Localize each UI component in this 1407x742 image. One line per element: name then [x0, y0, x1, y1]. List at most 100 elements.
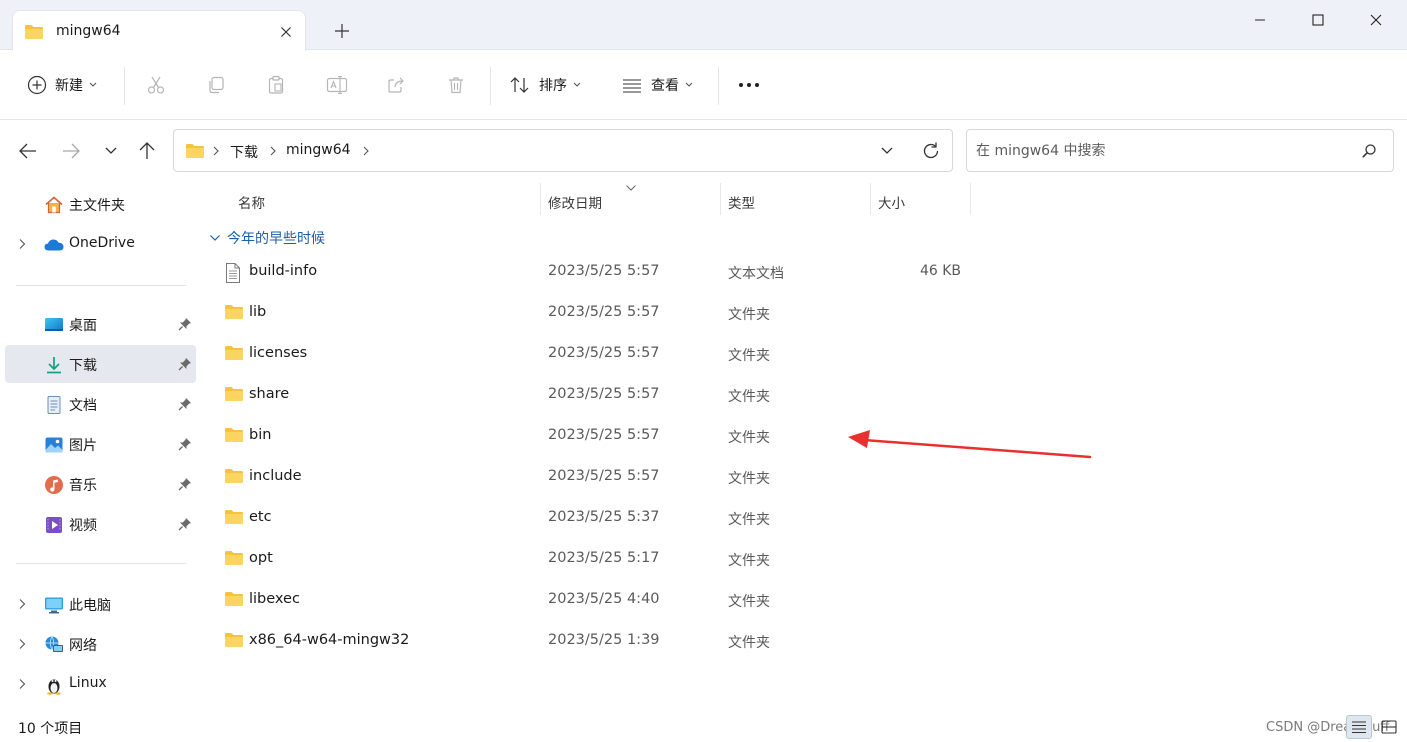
sidebar-item-label: 音乐	[69, 478, 97, 494]
pin-icon[interactable]	[178, 517, 192, 531]
file-row[interactable]: licenses 2023/5/25 5:57 文件夹	[205, 334, 975, 375]
copy-button[interactable]	[206, 68, 226, 102]
file-row[interactable]: lib 2023/5/25 5:57 文件夹	[205, 293, 975, 334]
arrow-left-icon	[18, 142, 38, 160]
chevron-right-icon[interactable]	[362, 146, 370, 156]
this-pc-icon	[44, 595, 64, 615]
column-header-size[interactable]: 大小	[871, 183, 970, 217]
chevron-right-icon[interactable]	[18, 638, 26, 650]
group-header[interactable]: 今年的早些时候	[209, 228, 325, 248]
file-name: opt	[249, 550, 273, 566]
breadcrumb-downloads[interactable]: 下载	[230, 142, 258, 162]
sidebar-item-this-pc[interactable]: 此电脑	[5, 585, 196, 623]
sidebar-item-home[interactable]: 主文件夹	[5, 185, 196, 223]
arrow-up-icon	[138, 141, 156, 161]
file-row[interactable]: x86_64-w64-mingw32 2023/5/25 1:39 文件夹	[205, 621, 975, 662]
cut-button[interactable]	[146, 68, 166, 102]
sidebar-item-linux[interactable]: Linux	[5, 665, 196, 703]
refresh-icon[interactable]	[921, 141, 941, 161]
address-bar[interactable]: 下载 mingw64	[173, 129, 953, 172]
folder-icon	[224, 550, 244, 566]
sidebar-item-network[interactable]: 网络	[5, 625, 196, 663]
pin-icon[interactable]	[178, 357, 192, 371]
chevron-down-icon	[685, 82, 693, 88]
file-row[interactable]: share 2023/5/25 5:57 文件夹	[205, 375, 975, 416]
view-button[interactable]: 查看	[621, 68, 693, 102]
delete-button[interactable]	[446, 68, 466, 102]
column-header-name[interactable]: 名称	[205, 183, 540, 217]
tab-mingw64[interactable]: mingw64	[12, 10, 306, 51]
tiles-view-button[interactable]	[1376, 715, 1402, 739]
close-tab-icon[interactable]	[278, 24, 294, 40]
paste-button[interactable]	[266, 68, 286, 102]
pin-icon[interactable]	[178, 437, 192, 451]
chevron-right-icon[interactable]	[269, 146, 277, 156]
more-options-button[interactable]	[738, 68, 762, 102]
sidebar-item-downloads[interactable]: 下载	[5, 345, 196, 383]
sidebar-item-label: Linux	[69, 675, 107, 691]
network-icon	[44, 635, 64, 655]
address-history-dropdown-icon[interactable]	[880, 146, 894, 156]
trash-icon	[446, 75, 466, 95]
sidebar-item-music[interactable]: 音乐	[5, 465, 196, 503]
search-input[interactable]	[976, 141, 1346, 161]
share-button[interactable]	[386, 68, 406, 102]
column-header-type[interactable]: 类型	[721, 183, 870, 217]
rename-icon	[326, 75, 348, 95]
file-name: share	[249, 386, 290, 402]
folder-icon	[24, 24, 44, 40]
more-icon	[738, 82, 762, 88]
folder-icon	[224, 591, 244, 607]
copy-icon	[206, 75, 226, 95]
chevron-right-icon[interactable]	[18, 598, 26, 610]
folder-icon	[224, 345, 244, 361]
recent-locations-button[interactable]	[100, 140, 122, 162]
pin-icon[interactable]	[178, 317, 192, 331]
pin-icon[interactable]	[178, 397, 192, 411]
search-icon[interactable]	[1361, 143, 1377, 159]
file-row[interactable]: opt 2023/5/25 5:17 文件夹	[205, 539, 975, 580]
file-row[interactable]: build-info 2023/5/25 5:57 文本文档 46 KB	[205, 252, 975, 293]
column-header-date[interactable]: 修改日期	[541, 183, 720, 217]
item-count: 10 个项目	[18, 721, 83, 737]
breadcrumb-mingw64[interactable]: mingw64	[286, 142, 351, 158]
column-resize-handle[interactable]	[970, 183, 971, 215]
file-name: lib	[249, 304, 267, 320]
add-circle-icon	[27, 75, 47, 95]
close-window-button[interactable]	[1347, 0, 1405, 40]
file-row[interactable]: libexec 2023/5/25 4:40 文件夹	[205, 580, 975, 621]
pin-icon[interactable]	[178, 477, 192, 491]
file-row[interactable]: etc 2023/5/25 5:37 文件夹	[205, 498, 975, 539]
sidebar-item-documents[interactable]: 文档	[5, 385, 196, 423]
details-view-button[interactable]	[1346, 715, 1372, 739]
folder-icon	[224, 468, 244, 484]
group-label: 今年的早些时候	[227, 231, 325, 247]
chevron-right-icon[interactable]	[18, 678, 26, 690]
file-type: 文件夹	[728, 512, 770, 528]
desktop-icon	[44, 315, 64, 335]
sidebar-item-label: 桌面	[69, 318, 97, 334]
sidebar-item-pictures[interactable]: 图片	[5, 425, 196, 463]
new-tab-icon[interactable]	[333, 22, 351, 40]
file-name: bin	[249, 427, 272, 443]
minimize-button[interactable]	[1231, 0, 1289, 40]
new-button[interactable]: 新建	[27, 68, 97, 102]
chevron-down-icon	[209, 234, 221, 242]
folder-icon	[224, 304, 244, 320]
search-box[interactable]	[966, 129, 1394, 172]
sidebar-item-videos[interactable]: 视频	[5, 505, 196, 543]
chevron-right-icon[interactable]	[18, 238, 26, 250]
details-view-icon	[1351, 720, 1367, 734]
back-button[interactable]	[17, 140, 39, 162]
sidebar-item-label: 主文件夹	[69, 198, 125, 214]
sidebar-item-desktop[interactable]: 桌面	[5, 305, 196, 343]
up-button[interactable]	[136, 140, 158, 162]
chevron-right-icon[interactable]	[212, 146, 220, 156]
forward-button[interactable]	[60, 140, 82, 162]
sidebar-item-onedrive[interactable]: OneDrive	[5, 225, 196, 263]
maximize-button[interactable]	[1289, 0, 1347, 40]
file-name: build-info	[249, 263, 318, 279]
rename-button[interactable]	[326, 68, 348, 102]
sidebar-divider	[16, 563, 186, 564]
sort-button[interactable]: 排序	[509, 68, 581, 102]
